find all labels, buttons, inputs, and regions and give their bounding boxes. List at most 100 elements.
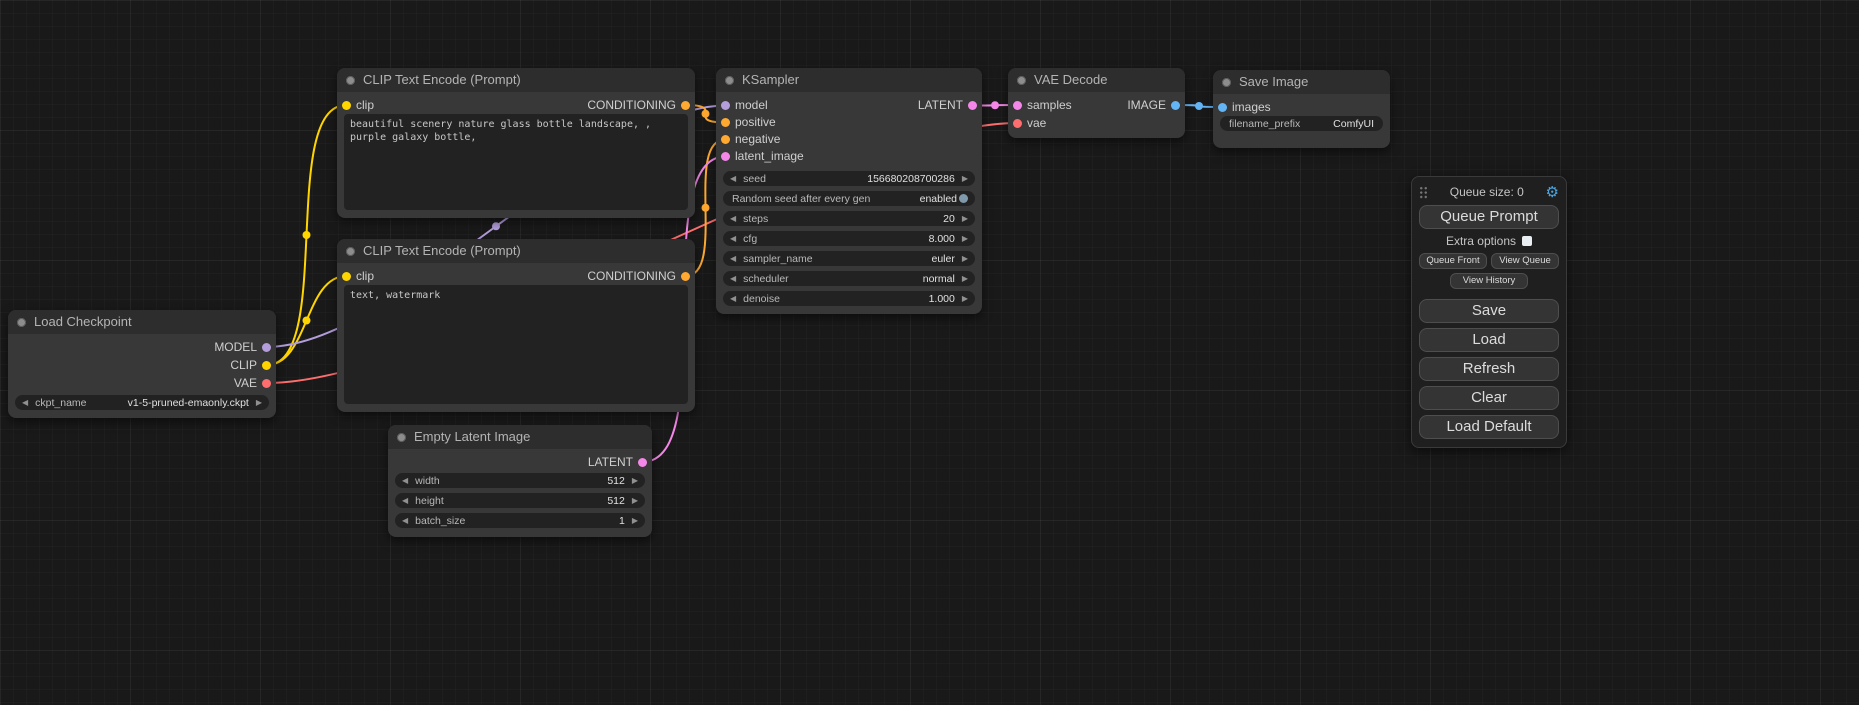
seed-widget[interactable]: ◀ seed 156680208700286 ▶ (723, 171, 975, 186)
height-widget[interactable]: ◀ height 512 ▶ (395, 493, 645, 508)
model-input-port[interactable] (721, 101, 730, 110)
cfg-widget[interactable]: ◀ cfg 8.000 ▶ (723, 231, 975, 246)
input-label-images: images (1232, 98, 1271, 116)
ckpt-name-widget[interactable]: ◀ ckpt_name v1-5-pruned-emaonly.ckpt ▶ (15, 395, 269, 410)
prev-value-arrow-icon[interactable]: ◀ (730, 271, 736, 286)
node-title-bar[interactable]: VAE Decode (1008, 68, 1185, 92)
denoise-widget[interactable]: ◀ denoise 1.000 ▶ (723, 291, 975, 306)
increment-arrow-icon[interactable]: ▶ (632, 473, 638, 488)
load-button[interactable]: Load (1419, 328, 1559, 352)
node-clip-text-encode-positive[interactable]: CLIP Text Encode (Prompt) clip CONDITION… (337, 68, 695, 218)
latent-output-port[interactable] (638, 458, 647, 467)
node-title: Load Checkpoint (34, 314, 132, 329)
node-title-bar[interactable]: Load Checkpoint (8, 310, 276, 334)
node-ksampler[interactable]: KSampler model LATENT positive negative … (716, 68, 982, 314)
prompt-textarea[interactable]: text, watermark (344, 285, 688, 404)
images-input-port[interactable] (1218, 103, 1227, 112)
random-seed-toggle-icon[interactable] (959, 194, 968, 203)
widget-value: v1-5-pruned-emaonly.ckpt (128, 397, 249, 409)
widget-label: scheduler (743, 273, 789, 285)
clip-input-port[interactable] (342, 272, 351, 281)
next-value-arrow-icon[interactable]: ▶ (256, 395, 262, 410)
increment-arrow-icon[interactable]: ▶ (632, 513, 638, 528)
prev-value-arrow-icon[interactable]: ◀ (730, 251, 736, 266)
node-title-bar[interactable]: Empty Latent Image (388, 425, 652, 449)
conditioning-output-port[interactable] (681, 272, 690, 281)
increment-arrow-icon[interactable]: ▶ (632, 493, 638, 508)
node-title-bar[interactable]: CLIP Text Encode (Prompt) (337, 68, 695, 92)
node-load-checkpoint[interactable]: Load Checkpoint MODEL CLIP VAE ◀ ckpt_na… (8, 310, 276, 418)
positive-input-port[interactable] (721, 118, 730, 127)
latent-image-input-port[interactable] (721, 152, 730, 161)
node-save-image[interactable]: Save Image images filename_prefix ComfyU… (1213, 70, 1390, 148)
collapse-toggle-icon[interactable] (1017, 76, 1026, 85)
decrement-arrow-icon[interactable]: ◀ (402, 473, 408, 488)
extra-options-checkbox[interactable] (1522, 236, 1532, 246)
decrement-arrow-icon[interactable]: ◀ (730, 291, 736, 306)
increment-arrow-icon[interactable]: ▶ (962, 231, 968, 246)
decrement-arrow-icon[interactable]: ◀ (402, 513, 408, 528)
queue-prompt-button[interactable]: Queue Prompt (1419, 205, 1559, 229)
vae-input-port[interactable] (1013, 119, 1022, 128)
node-vae-decode[interactable]: VAE Decode samples IMAGE vae (1008, 68, 1185, 138)
settings-gear-icon[interactable]: ⚙ (1546, 185, 1559, 200)
prompt-textarea[interactable]: beautiful scenery nature glass bottle la… (344, 114, 688, 210)
output-label-model: MODEL (214, 338, 257, 356)
node-graph-canvas[interactable]: Load Checkpoint MODEL CLIP VAE ◀ ckpt_na… (0, 0, 1859, 705)
model-output-port[interactable] (262, 343, 271, 352)
steps-widget[interactable]: ◀ steps 20 ▶ (723, 211, 975, 226)
batch-size-widget[interactable]: ◀ batch_size 1 ▶ (395, 513, 645, 528)
view-queue-button[interactable]: View Queue (1491, 253, 1559, 269)
clip-output-port[interactable] (262, 361, 271, 370)
output-label-latent: LATENT (918, 97, 963, 114)
decrement-arrow-icon[interactable]: ◀ (730, 231, 736, 246)
node-title-bar[interactable]: Save Image (1213, 70, 1390, 94)
clear-button[interactable]: Clear (1419, 386, 1559, 410)
decrement-arrow-icon[interactable]: ◀ (730, 211, 736, 226)
view-history-button[interactable]: View History (1450, 273, 1528, 289)
decrement-arrow-icon[interactable]: ◀ (730, 171, 736, 186)
node-title-bar[interactable]: KSampler (716, 68, 982, 92)
widget-value: 512 (607, 495, 625, 507)
node-title-bar[interactable]: CLIP Text Encode (Prompt) (337, 239, 695, 263)
increment-arrow-icon[interactable]: ▶ (962, 211, 968, 226)
image-output-port[interactable] (1171, 101, 1180, 110)
collapse-toggle-icon[interactable] (1222, 78, 1231, 87)
save-button[interactable]: Save (1419, 299, 1559, 323)
increment-arrow-icon[interactable]: ▶ (962, 291, 968, 306)
node-empty-latent-image[interactable]: Empty Latent Image LATENT ◀ width 512 ▶ … (388, 425, 652, 537)
node-clip-text-encode-negative[interactable]: CLIP Text Encode (Prompt) clip CONDITION… (337, 239, 695, 412)
collapse-toggle-icon[interactable] (346, 76, 355, 85)
collapse-toggle-icon[interactable] (17, 318, 26, 327)
widget-value: 1.000 (929, 293, 955, 305)
collapse-toggle-icon[interactable] (725, 76, 734, 85)
input-label-model: model (735, 97, 768, 114)
filename-prefix-widget[interactable]: filename_prefix ComfyUI (1220, 116, 1383, 131)
input-label-samples: samples (1027, 96, 1072, 114)
scheduler-widget[interactable]: ◀ scheduler normal ▶ (723, 271, 975, 286)
node-title: CLIP Text Encode (Prompt) (363, 243, 521, 258)
increment-arrow-icon[interactable]: ▶ (962, 171, 968, 186)
vae-output-port[interactable] (262, 379, 271, 388)
queue-front-button[interactable]: Queue Front (1419, 253, 1487, 269)
next-value-arrow-icon[interactable]: ▶ (962, 251, 968, 266)
drag-handle-icon[interactable] (1419, 186, 1428, 199)
extra-options-label: Extra options (1446, 234, 1516, 248)
refresh-button[interactable]: Refresh (1419, 357, 1559, 381)
samples-input-port[interactable] (1013, 101, 1022, 110)
width-widget[interactable]: ◀ width 512 ▶ (395, 473, 645, 488)
negative-input-port[interactable] (721, 135, 730, 144)
clip-input-port[interactable] (342, 101, 351, 110)
prev-value-arrow-icon[interactable]: ◀ (22, 395, 28, 410)
widget-value: euler (931, 253, 954, 265)
input-label-clip: clip (356, 267, 374, 285)
next-value-arrow-icon[interactable]: ▶ (962, 271, 968, 286)
decrement-arrow-icon[interactable]: ◀ (402, 493, 408, 508)
sampler-name-widget[interactable]: ◀ sampler_name euler ▶ (723, 251, 975, 266)
random-seed-widget[interactable]: Random seed after every gen enabled (723, 191, 975, 206)
latent-output-port[interactable] (968, 101, 977, 110)
conditioning-output-port[interactable] (681, 101, 690, 110)
load-default-button[interactable]: Load Default (1419, 415, 1559, 439)
collapse-toggle-icon[interactable] (397, 433, 406, 442)
collapse-toggle-icon[interactable] (346, 247, 355, 256)
